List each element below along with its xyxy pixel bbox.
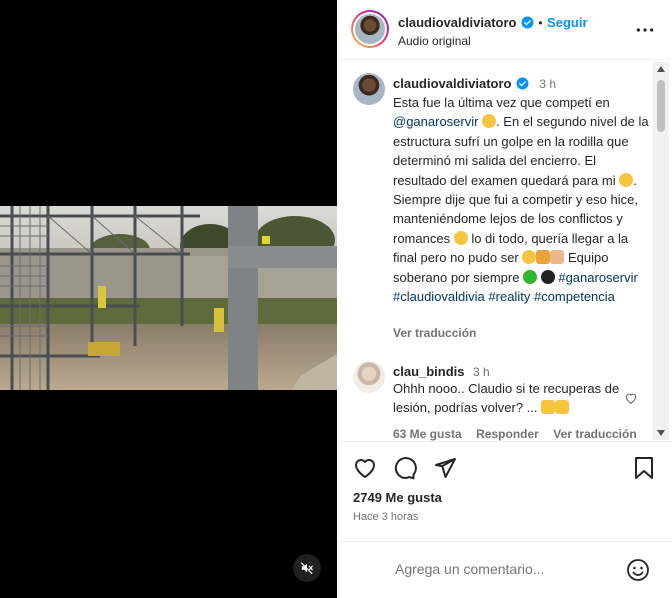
comment-text: Ohhh nooo.. Claudio si te recuperas de l…	[393, 379, 623, 418]
muscle-emoji	[536, 250, 551, 265]
add-comment-bar	[337, 541, 672, 598]
comment-like-icon[interactable]	[624, 391, 638, 405]
share-icon[interactable]	[433, 456, 457, 480]
video-still-image	[0, 206, 337, 390]
verified-icon	[516, 77, 529, 90]
more-icon[interactable]	[635, 22, 655, 38]
scroll-up-arrow-icon[interactable]	[657, 66, 665, 72]
sad-emoji	[482, 114, 497, 129]
comment-see-translation[interactable]: Ver traducción	[553, 427, 636, 441]
emoji-icon[interactable]	[626, 558, 650, 582]
video-frame[interactable]	[0, 206, 337, 390]
caption-line-1: Esta fue la última vez que competí en	[393, 95, 610, 110]
author-line: claudiovaldiviatoro • Seguir	[398, 14, 588, 32]
caption-avatar[interactable]	[353, 73, 385, 105]
comment-body: Ohhh nooo.. Claudio si te recuperas de l…	[393, 381, 620, 416]
caption-see-translation[interactable]: Ver traducción	[393, 326, 476, 340]
caption-text: Esta fue la última vez que competí en @g…	[393, 93, 651, 306]
follow-button[interactable]: Seguir	[547, 15, 587, 30]
reply-button[interactable]: Responder	[476, 427, 539, 441]
comment-input[interactable]	[395, 558, 615, 580]
post-dialog: claudiovaldiviatoro • Seguir Audio origi…	[0, 0, 672, 598]
grin-emoji	[522, 250, 537, 265]
caption-username[interactable]: claudiovaldiviatoro	[393, 76, 511, 91]
commenter-avatar[interactable]	[353, 361, 385, 393]
separator-dot: •	[538, 16, 543, 30]
black-circle-emoji	[540, 269, 555, 284]
audio-label[interactable]: Audio original	[398, 34, 471, 48]
author-avatar[interactable]	[351, 10, 389, 48]
heart-icon[interactable]	[353, 456, 377, 480]
fingers-crossed-emoji	[550, 250, 565, 265]
scroll-down-arrow-icon[interactable]	[657, 430, 665, 436]
comment-meta: 63 Me gusta Responder Ver traducción	[393, 425, 637, 441]
comments-scrollbar[interactable]	[653, 62, 669, 440]
commenter-username[interactable]: clau_bindis	[393, 364, 465, 379]
comment-likes[interactable]: 63 Me gusta	[393, 427, 462, 441]
scrollbar-thumb[interactable]	[657, 80, 665, 132]
action-bar: 2749 Me gusta Hace 3 horas	[337, 441, 672, 551]
hashtag-link[interactable]: #reality	[488, 289, 530, 304]
video-player[interactable]	[0, 0, 337, 598]
scream-emoji	[541, 400, 556, 415]
hashtag-link[interactable]: #ganaroservir	[558, 270, 638, 285]
save-icon[interactable]	[633, 456, 655, 480]
hashtag-link[interactable]: #claudiovaldivia	[393, 289, 485, 304]
comment-icon[interactable]	[393, 456, 417, 480]
caption-time[interactable]: 3 h	[539, 77, 556, 91]
mention-link[interactable]: @ganaroservir	[393, 114, 478, 129]
green-circle-emoji	[523, 269, 538, 284]
like-count[interactable]: 2749 Me gusta	[353, 490, 442, 505]
mute-icon	[300, 562, 313, 575]
comment-time[interactable]: 3 h	[473, 365, 490, 379]
hashtag-link[interactable]: #competencia	[534, 289, 615, 304]
grimace-emoji	[453, 230, 468, 245]
post-time[interactable]: Hace 3 horas	[353, 511, 418, 523]
comments-list[interactable]: claudiovaldiviatoro 3 h Esta fue la últi…	[337, 61, 672, 441]
caption-header: claudiovaldiviatoro 3 h	[393, 75, 556, 93]
author-username[interactable]: claudiovaldiviatoro	[398, 15, 516, 30]
mute-button[interactable]	[293, 554, 321, 582]
verified-icon	[521, 16, 534, 29]
post-sidebar: claudiovaldiviatoro • Seguir Audio origi…	[337, 0, 672, 598]
scream-emoji	[555, 400, 570, 415]
post-header: claudiovaldiviatoro • Seguir Audio origi…	[337, 0, 672, 60]
smile-emoji	[619, 172, 634, 187]
